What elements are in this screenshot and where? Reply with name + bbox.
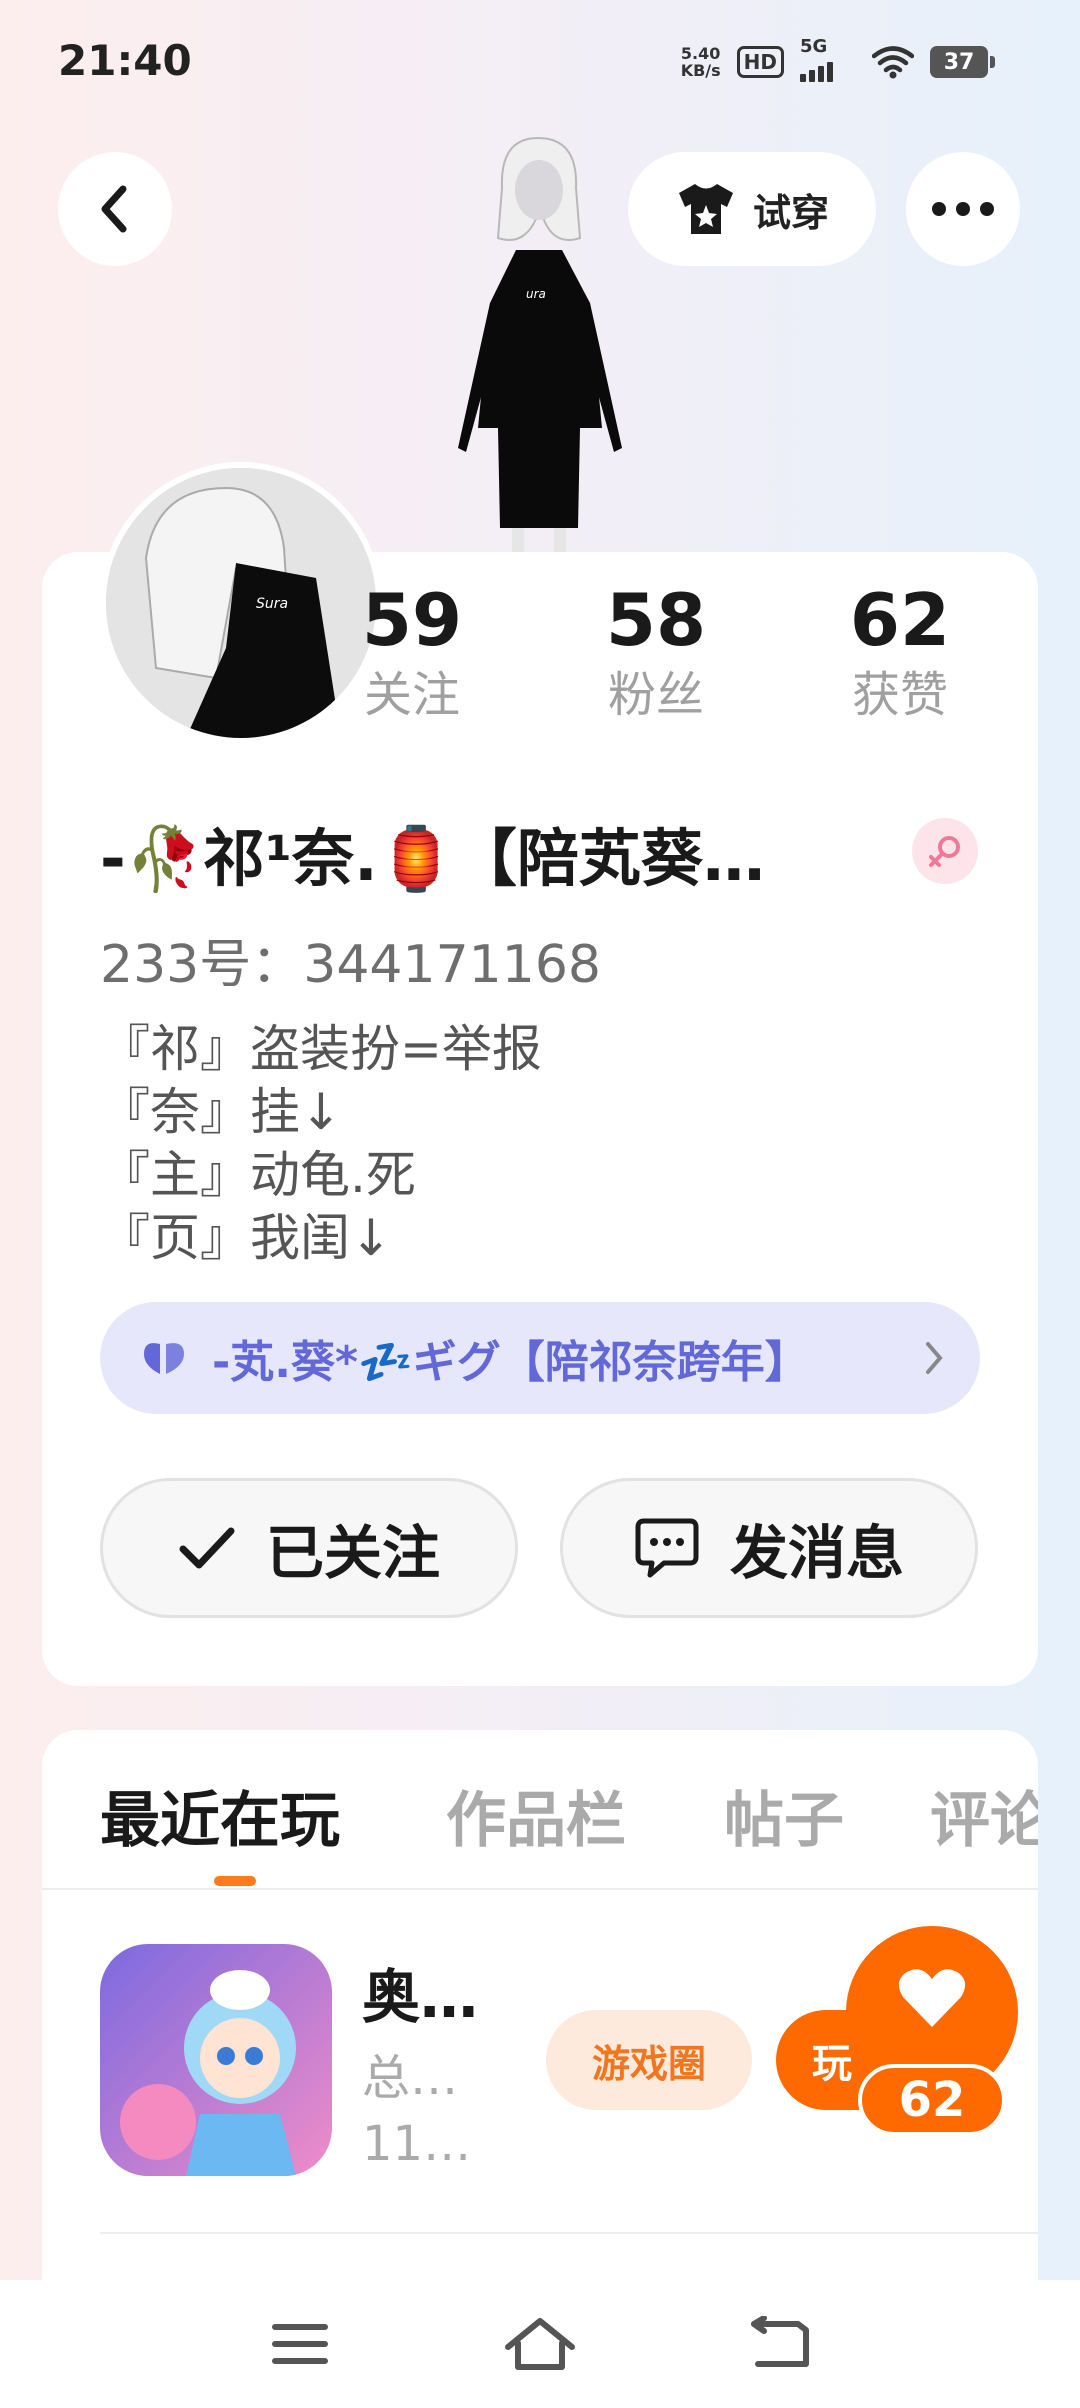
- heart-icon: [898, 1969, 966, 2027]
- relation-text: -芄.葵*💤ギグ【陪祁奈跨年】: [212, 1337, 809, 1388]
- user-id: 233号：344171168: [100, 935, 602, 995]
- svg-text:ura: ura: [526, 287, 546, 301]
- back-nav-icon: [751, 2316, 809, 2367]
- tab-indicator: [214, 1876, 256, 1886]
- menu-icon: [272, 2324, 328, 2364]
- game-icon[interactable]: [100, 1944, 332, 2176]
- tab-recently-played[interactable]: 最近在玩: [100, 1772, 340, 1859]
- character-figure: ura: [458, 136, 622, 558]
- more-dots-icon: [932, 202, 994, 216]
- tab-works[interactable]: 作品栏: [446, 1772, 626, 1859]
- back-button[interactable]: [58, 152, 172, 266]
- system-nav-bar: [0, 2280, 1080, 2408]
- following-button[interactable]: 已关注: [100, 1478, 518, 1618]
- following-label: 已关注: [265, 1519, 440, 1587]
- battery-icon: 37: [930, 46, 995, 78]
- message-button[interactable]: 发消息: [560, 1478, 978, 1618]
- status-icons: 5.40 KB/s HD 5G 37: [680, 36, 995, 84]
- chat-bubble-icon: [635, 1518, 699, 1578]
- status-time: 21:40: [58, 36, 192, 85]
- message-label: 发消息: [729, 1519, 904, 1587]
- bio-line: 『奈』挂↓: [100, 1083, 342, 1141]
- network-speed: 5.40 KB/s: [680, 44, 721, 80]
- divider: [100, 2232, 1038, 2234]
- menu-nav-button[interactable]: [260, 2314, 340, 2374]
- heart-beat-icon: [144, 1343, 184, 1374]
- game-meta: 11…: [362, 2116, 472, 2172]
- relation-bar[interactable]: -芄.葵*💤ギグ【陪祁奈跨年】: [100, 1302, 980, 1414]
- back-nav-button[interactable]: [740, 2314, 820, 2374]
- stat-followers[interactable]: 58 粉丝: [556, 580, 756, 730]
- status-bar: 21:40 5.40 KB/s HD 5G 37: [0, 0, 1080, 120]
- home-icon: [505, 2318, 575, 2370]
- bio: 『祁』盗装扮=举报 『奈』挂↓ 『主』动龟.死 『页』我闺↓: [100, 1018, 542, 1270]
- signal-icon: 5G: [800, 36, 856, 82]
- chevron-right-icon: [926, 1342, 943, 1374]
- stat-likes[interactable]: 62 获赞: [800, 580, 1000, 730]
- bio-line: 『祁』盗装扮=举报: [100, 1020, 542, 1078]
- tshirt-icon: [678, 184, 733, 234]
- try-on-label: 试穿: [752, 190, 829, 235]
- tab-bar: 最近在玩 作品栏 帖子 评论: [42, 1730, 1038, 1890]
- game-circle-button[interactable]: 游戏圈: [546, 2010, 752, 2110]
- like-count: 62: [858, 2064, 1006, 2136]
- bio-line: 『页』我闺↓: [100, 1209, 392, 1267]
- hd-icon: HD: [736, 46, 784, 78]
- tab-posts[interactable]: 帖子: [724, 1772, 844, 1859]
- stat-following[interactable]: 59 关注: [312, 580, 512, 730]
- game-subtitle: 总…: [362, 2050, 459, 2106]
- wifi-icon: [872, 46, 914, 79]
- more-button[interactable]: [906, 152, 1020, 266]
- check-icon: [179, 1527, 235, 1569]
- nickname: -🥀祁¹奈.🏮【陪芄葵…: [100, 822, 765, 895]
- game-title: 奥…: [362, 1963, 479, 2031]
- back-arrow-icon: [101, 185, 127, 233]
- home-nav-button[interactable]: [500, 2314, 580, 2374]
- try-on-button[interactable]: 试穿: [628, 152, 876, 266]
- tab-comments[interactable]: 评论: [930, 1772, 1038, 1859]
- bio-line: 『主』动龟.死: [100, 1146, 416, 1204]
- svg-text:Sura: Sura: [256, 596, 288, 612]
- female-gender-icon: [912, 818, 978, 884]
